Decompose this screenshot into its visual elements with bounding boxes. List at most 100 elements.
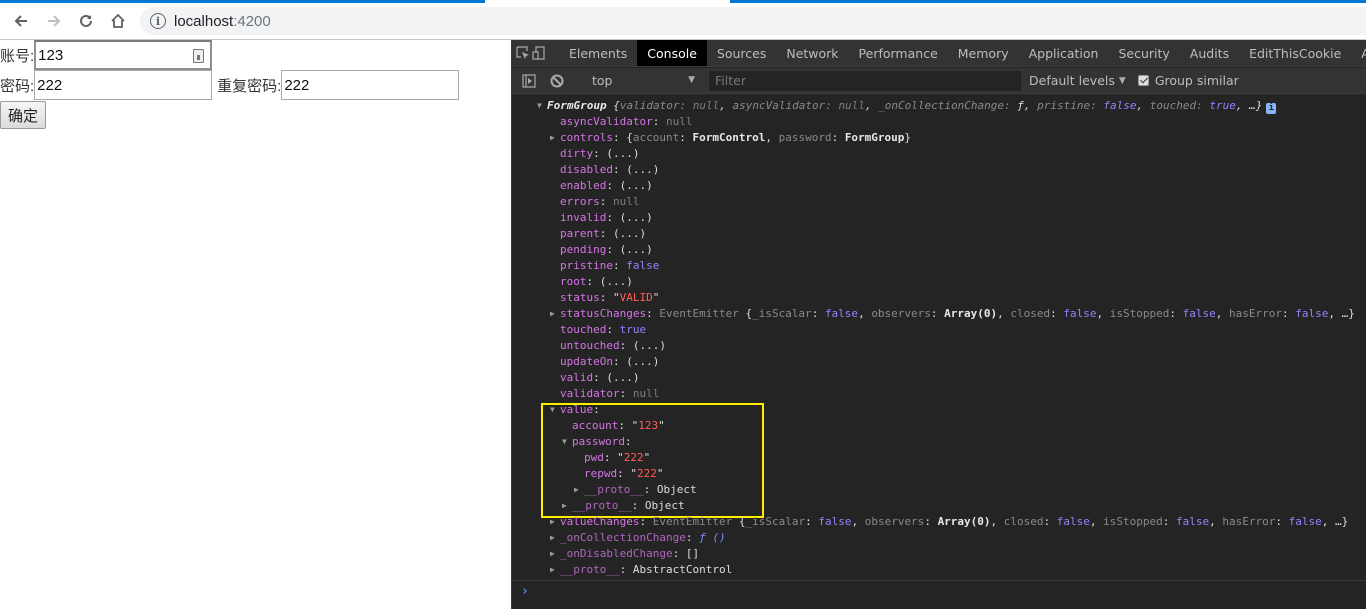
tab-memory[interactable]: Memory [948, 40, 1019, 66]
expand-triangle-icon[interactable]: ▶ [574, 482, 584, 498]
tab-security[interactable]: Security [1108, 40, 1179, 66]
prop-pristine: pristine: false [560, 259, 660, 272]
group-similar-label: Group similar [1154, 73, 1239, 88]
prop-valueChanges[interactable]: ▶ valueChanges: EventEmitter {_isScalar: … [550, 514, 1348, 530]
back-arrow-icon [14, 15, 27, 27]
console-object-root[interactable]: ▼ FormGroup {validator: null, asyncValida… [537, 98, 1277, 114]
prop-errors: errors: null [560, 195, 640, 208]
expand-triangle-icon[interactable]: ▶ [550, 306, 560, 322]
prop-value-account: account: "123" [572, 419, 665, 432]
prop-value[interactable]: ▼ value: [550, 402, 600, 418]
password-input-value: 222 [37, 76, 63, 94]
password-input[interactable]: 222 [34, 70, 213, 100]
collapse-triangle-icon[interactable]: ▼ [562, 434, 572, 450]
expand-triangle-icon[interactable]: ▶ [550, 514, 560, 530]
prop-disabled[interactable]: disabled: (...) [560, 162, 659, 178]
reload-button[interactable] [74, 9, 98, 33]
console-prompt-input[interactable]: › [512, 580, 1366, 609]
device-toolbar-button[interactable] [531, 40, 547, 66]
inspect-cursor-icon [516, 46, 529, 59]
repeat-password-label: 重复密码: [217, 77, 282, 95]
object-summary: {validator: null, asyncValidator: null, … [613, 99, 1263, 112]
prop-root[interactable]: root: (...) [560, 274, 633, 290]
page-content: 账号: 123 密码: 222 重复密码: 222 确定 [0, 40, 511, 609]
prop-touched: touched: true [560, 323, 647, 336]
dropdown-arrow-icon: ▼ [688, 74, 695, 85]
clear-block-icon [550, 74, 564, 87]
prop-pending[interactable]: pending: (...) [560, 242, 653, 258]
site-info-icon[interactable]: i [150, 13, 166, 29]
account-input[interactable]: 123 [34, 40, 213, 70]
prop-onDisabledChange[interactable]: ▶ _onDisabledChange: [] [550, 546, 699, 562]
address-bar[interactable]: i localhost:4200 [140, 7, 1366, 35]
prop-status: status: "VALID" [560, 291, 660, 304]
prop-value-repwd: repwd: "222" [584, 467, 664, 480]
prop-onCollectionChange[interactable]: ▶ _onCollectionChange: ƒ () [550, 530, 726, 546]
url-port: :4200 [233, 12, 271, 30]
tab-network[interactable]: Network [776, 40, 848, 66]
devtools-panel: Elements Console Sources Network Perform… [511, 40, 1366, 609]
expand-triangle-icon[interactable]: ▶ [550, 530, 560, 546]
prop-updateOn[interactable]: updateOn: (...) [560, 354, 659, 370]
info-icon[interactable]: i [1266, 103, 1277, 114]
prop-invalid[interactable]: invalid: (...) [560, 210, 653, 226]
tab-sources[interactable]: Sources [707, 40, 776, 66]
collapse-triangle-icon[interactable]: ▼ [550, 402, 560, 418]
tab-audits[interactable]: Audits [1180, 40, 1239, 66]
prop-untouched[interactable]: untouched: (...) [560, 338, 666, 354]
prop-proto[interactable]: ▶ __proto__: AbstractControl [550, 562, 732, 578]
prop-valid[interactable]: valid: (...) [560, 370, 640, 386]
tab-elements[interactable]: Elements [559, 40, 637, 66]
prop-asyncValidator: asyncValidator: null [560, 115, 693, 128]
url-host: localhost [174, 12, 234, 30]
prop-value-proto[interactable]: ▶ __proto__: Object [562, 498, 685, 514]
tab-application[interactable]: Application [1019, 40, 1109, 66]
device-mode-icon [532, 46, 545, 60]
expand-triangle-icon[interactable]: ▶ [562, 498, 572, 514]
inspect-element-button[interactable] [515, 40, 531, 66]
prop-enabled[interactable]: enabled: (...) [560, 178, 653, 194]
prop-parent[interactable]: parent: (...) [560, 226, 646, 242]
console-output: ▼ FormGroup {validator: null, asyncValida… [512, 95, 1366, 580]
expand-triangle-icon[interactable]: ▶ [550, 130, 560, 146]
tab-performance[interactable]: Performance [849, 40, 948, 66]
reload-icon [80, 14, 92, 27]
prompt-chevron-icon: › [521, 584, 529, 599]
forward-arrow-icon [48, 15, 61, 27]
tab-editthiscookie[interactable]: EditThisCookie [1239, 40, 1351, 66]
tab-console[interactable]: Console [637, 40, 707, 66]
collapse-triangle-icon[interactable]: ▼ [537, 98, 547, 114]
prop-value-password[interactable]: ▼ password: [562, 434, 632, 450]
group-similar-toggle[interactable]: Group similar [1137, 73, 1239, 88]
expand-triangle-icon[interactable]: ▶ [550, 546, 560, 562]
tab-adblock[interactable]: Adblock [1351, 40, 1366, 66]
confirm-button[interactable]: 确定 [0, 101, 47, 129]
log-levels-dropdown[interactable]: Default levels ▼ [1029, 73, 1126, 88]
expand-triangle-icon[interactable]: ▶ [550, 562, 560, 578]
prop-statusChanges[interactable]: ▶ statusChanges: EventEmitter {_isScalar:… [550, 306, 1355, 322]
log-levels-label: Default levels [1029, 73, 1115, 88]
dropdown-arrow-icon: ▼ [1118, 75, 1126, 86]
forward-button[interactable] [42, 9, 66, 33]
prop-controls[interactable]: ▶ controls: {account: FormControl, passwo… [550, 130, 911, 146]
home-button[interactable] [106, 9, 130, 33]
repeat-password-input[interactable]: 222 [281, 70, 460, 100]
group-similar-checkbox[interactable] [1137, 75, 1149, 86]
console-filter-input[interactable]: Filter [709, 70, 1021, 91]
devtools-tab-bar: Elements Console Sources Network Perform… [512, 40, 1366, 67]
sidebar-toggle-icon [522, 73, 536, 88]
account-input-value: 123 [38, 46, 64, 64]
prop-password-proto[interactable]: ▶ __proto__: Object [574, 482, 697, 498]
prop-dirty[interactable]: dirty: (...) [560, 146, 640, 162]
context-selector[interactable]: top ▼ [584, 70, 699, 92]
console-toolbar: top ▼ Filter Default levels ▼ Group simi… [512, 68, 1366, 94]
clear-console-button[interactable] [543, 73, 571, 89]
autofill-contact-icon[interactable] [193, 49, 205, 63]
password-row: 密码: 222 重复密码: 222 [0, 70, 460, 100]
back-button[interactable] [9, 9, 33, 33]
prop-validator: validator: null [560, 387, 660, 400]
home-icon [111, 13, 125, 28]
object-type: FormGroup [547, 99, 607, 112]
show-sidebar-button[interactable] [515, 73, 543, 89]
account-row: 账号: 123 [0, 40, 213, 70]
